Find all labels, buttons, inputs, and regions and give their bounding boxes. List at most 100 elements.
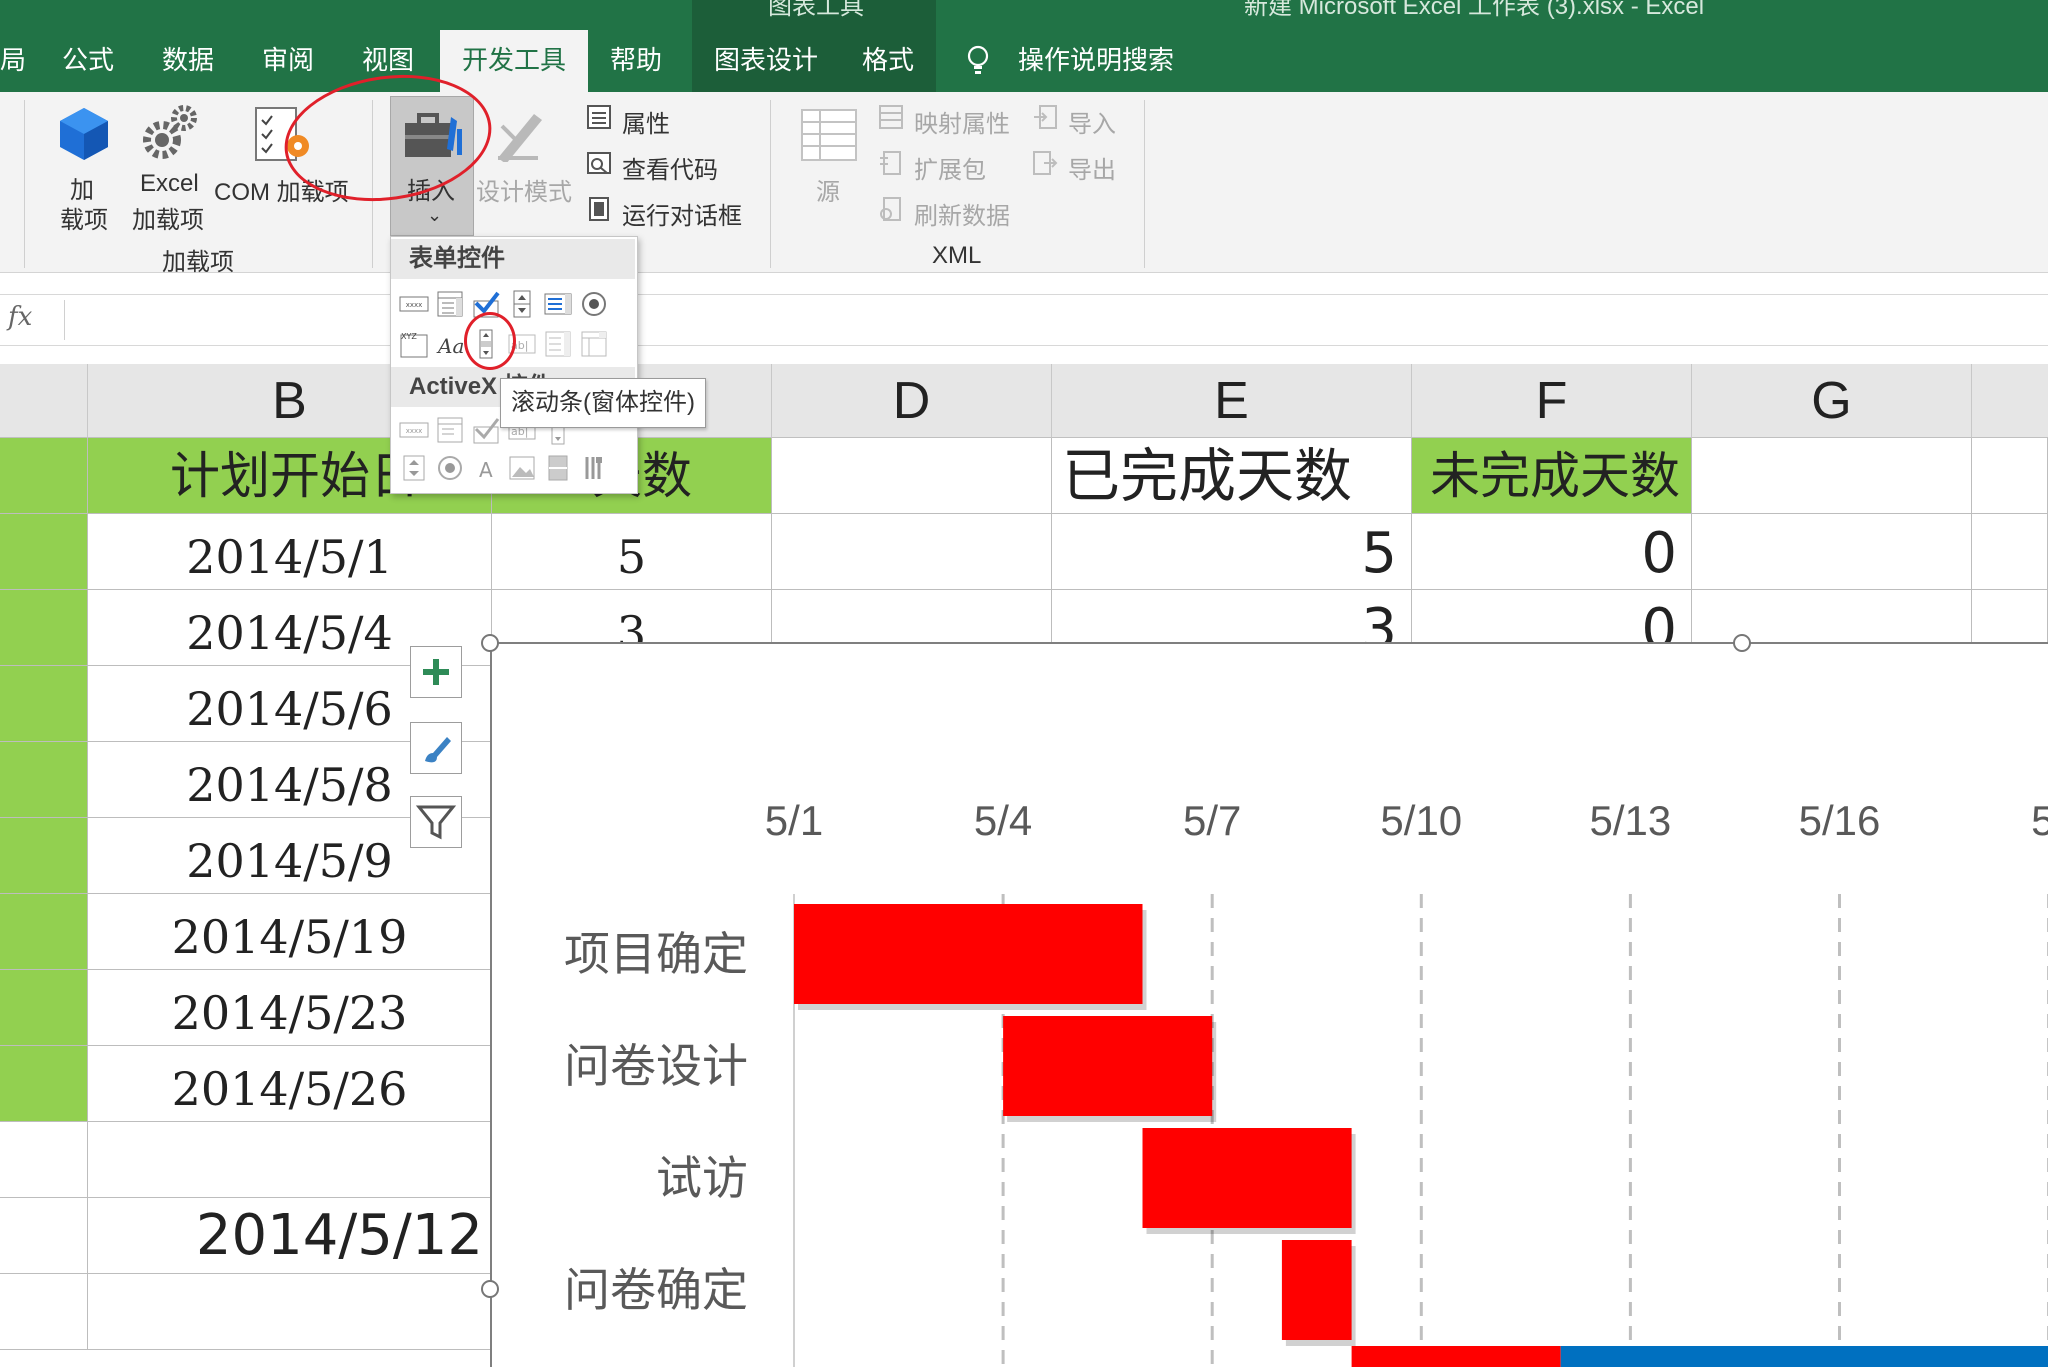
expansion-packs-button[interactable]: 扩展包 bbox=[914, 150, 986, 185]
option-button-control-icon[interactable] bbox=[579, 289, 609, 319]
column-header-h[interactable] bbox=[1972, 364, 2048, 438]
label-control-icon[interactable]: Aa bbox=[435, 329, 465, 359]
cell-a-blank[interactable] bbox=[0, 1122, 88, 1198]
map-properties-icon bbox=[879, 105, 903, 129]
cell-days[interactable]: 5 bbox=[492, 514, 772, 590]
excel-addins-label-1[interactable]: Excel bbox=[140, 170, 199, 198]
properties-icon bbox=[587, 105, 611, 129]
cell-remaining-days[interactable]: 0 bbox=[1412, 514, 1692, 590]
refresh-data-button[interactable]: 刷新数据 bbox=[914, 196, 1010, 231]
cell-a[interactable] bbox=[0, 894, 88, 970]
combo-list-edit-control-icon[interactable] bbox=[543, 329, 573, 359]
chart-elements-button[interactable] bbox=[410, 646, 462, 698]
properties-button[interactable]: 属性 bbox=[622, 104, 670, 139]
chart-styles-button[interactable] bbox=[410, 722, 462, 774]
activex-button-icon[interactable]: xxxx bbox=[399, 415, 429, 445]
activex-combo-icon[interactable] bbox=[435, 415, 465, 445]
cell-today-date[interactable]: 2014/5/12 bbox=[88, 1198, 492, 1274]
tab-format[interactable]: 格式 bbox=[848, 40, 928, 92]
cell-b-blank[interactable] bbox=[88, 1122, 492, 1198]
cell-g-header[interactable] bbox=[1692, 438, 1972, 514]
svg-text:Aa: Aa bbox=[436, 334, 464, 358]
x-tick-label: 5/4 bbox=[974, 797, 1032, 844]
run-dialog-button[interactable]: 运行对话框 bbox=[622, 196, 742, 231]
activex-image-icon[interactable] bbox=[507, 453, 537, 483]
cell-start-date[interactable]: 2014/5/23 bbox=[88, 970, 492, 1046]
cell-a[interactable] bbox=[0, 742, 88, 818]
cell-done-days[interactable]: 5 bbox=[1052, 514, 1412, 590]
addins-icon bbox=[60, 108, 108, 160]
spin-button-control-icon[interactable] bbox=[507, 289, 537, 319]
cell-g[interactable] bbox=[1692, 514, 1972, 590]
cell-start-date[interactable]: 2014/5/1 bbox=[88, 514, 492, 590]
chart-filters-button[interactable] bbox=[410, 796, 462, 848]
cell-d-header[interactable] bbox=[772, 438, 1052, 514]
funnel-icon bbox=[415, 805, 457, 840]
y-category-label: 项目确定 bbox=[564, 927, 748, 981]
chart-resize-handle-left[interactable] bbox=[481, 1280, 499, 1298]
cell-start-date[interactable]: 2014/5/26 bbox=[88, 1046, 492, 1122]
cell-a[interactable] bbox=[0, 666, 88, 742]
group-box-control-icon[interactable]: XYZ bbox=[399, 329, 429, 359]
source-button[interactable]: 源 bbox=[816, 172, 840, 207]
x-tick-label: 5/ bbox=[2031, 797, 2048, 844]
cell-h-header[interactable] bbox=[1972, 438, 2048, 514]
formula-input[interactable] bbox=[64, 300, 2048, 340]
activex-toggle-icon[interactable] bbox=[543, 453, 573, 483]
tab-review[interactable]: 审阅 bbox=[248, 40, 328, 92]
svg-text:xxxx: xxxx bbox=[406, 301, 423, 309]
more-controls-icon[interactable] bbox=[579, 453, 609, 483]
lightbulb-icon[interactable] bbox=[966, 44, 990, 78]
tab-help[interactable]: 帮助 bbox=[596, 40, 676, 92]
cell-done-days-header[interactable]: 已完成天数 bbox=[1052, 438, 1412, 514]
form-controls-heading: 表单控件 bbox=[391, 239, 635, 279]
design-mode-label[interactable]: 设计模式 bbox=[476, 172, 572, 207]
tab-chart-design[interactable]: 图表设计 bbox=[700, 40, 832, 92]
activex-option-icon[interactable] bbox=[435, 453, 465, 483]
addins-label-2[interactable]: 载项 bbox=[60, 200, 108, 235]
cell-a[interactable] bbox=[0, 818, 88, 894]
tab-data[interactable]: 数据 bbox=[148, 40, 228, 92]
import-button[interactable]: 导入 bbox=[1068, 104, 1116, 139]
combo-dropdown-edit-control-icon[interactable] bbox=[579, 329, 609, 359]
cell-b-last[interactable] bbox=[88, 1274, 492, 1350]
cell-d[interactable] bbox=[772, 514, 1052, 590]
tab-layout[interactable]: 局 bbox=[0, 40, 40, 92]
excel-addins-label-2[interactable]: 加载项 bbox=[132, 200, 204, 235]
activex-label-icon[interactable]: A bbox=[471, 453, 501, 483]
cell-a[interactable] bbox=[0, 514, 88, 590]
column-header-f[interactable]: F bbox=[1412, 364, 1692, 438]
cell-a[interactable] bbox=[0, 590, 88, 666]
y-category-label: 问卷设计 bbox=[564, 1039, 748, 1093]
column-header-g[interactable]: G bbox=[1692, 364, 1972, 438]
cell-a[interactable] bbox=[0, 970, 88, 1046]
gantt-chart[interactable]: 5/1 5/4 5/7 5/10 5/13 5/16 5/项目确定问卷设计试访问卷确定 bbox=[490, 642, 2048, 1372]
gantt-bar-partial bbox=[1560, 1346, 2048, 1372]
annotation-circle-scrollbar bbox=[464, 312, 516, 370]
column-header-a[interactable] bbox=[0, 364, 88, 438]
chart-resize-handle-top[interactable] bbox=[1733, 634, 1751, 652]
combo-box-control-icon[interactable] bbox=[435, 289, 465, 319]
export-button[interactable]: 导出 bbox=[1068, 150, 1116, 185]
column-header-e[interactable]: E bbox=[1052, 364, 1412, 438]
chart-resize-handle-tl[interactable] bbox=[481, 634, 499, 652]
cell-a[interactable] bbox=[0, 1046, 88, 1122]
view-code-button[interactable]: 查看代码 bbox=[622, 150, 718, 185]
map-properties-button[interactable]: 映射属性 bbox=[914, 104, 1010, 139]
column-header-d[interactable]: D bbox=[772, 364, 1052, 438]
cell-start-date[interactable]: 2014/5/19 bbox=[88, 894, 492, 970]
activex-spin-icon[interactable] bbox=[399, 453, 429, 483]
cell-a-last[interactable] bbox=[0, 1274, 88, 1350]
tell-me-search[interactable]: 操作说明搜索 bbox=[1004, 40, 1188, 92]
x-tick-label: 5/7 bbox=[1183, 797, 1241, 844]
cell-h[interactable] bbox=[1972, 514, 2048, 590]
list-box-control-icon[interactable] bbox=[543, 289, 573, 319]
cell-a-header[interactable] bbox=[0, 438, 88, 514]
cell-a-today[interactable] bbox=[0, 1198, 88, 1274]
tab-developer[interactable]: 开发工具 bbox=[440, 30, 589, 92]
tab-formulas[interactable]: 公式 bbox=[48, 40, 128, 92]
button-control-icon[interactable]: xxxx bbox=[399, 289, 429, 319]
fx-icon[interactable]: fx bbox=[8, 302, 32, 332]
activex-checkbox-icon[interactable] bbox=[471, 415, 501, 445]
cell-remaining-days-header[interactable]: 未完成天数 bbox=[1412, 438, 1692, 514]
